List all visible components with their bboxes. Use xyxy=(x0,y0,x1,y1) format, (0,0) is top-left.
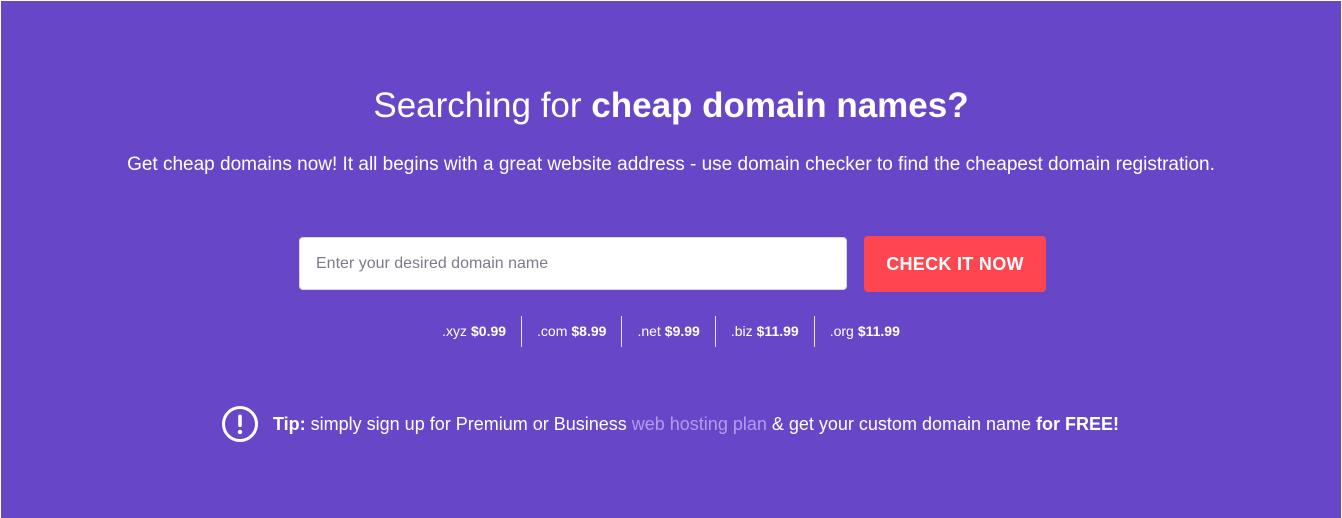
tld-price-list: .xyz $0.99 .com $8.99 .net $9.99 .biz $11.99… xyxy=(1,316,1341,347)
tld-item-xyz: .xyz $0.99 xyxy=(427,316,521,347)
tip-text: Tip: simply sign up for Premium or Busin… xyxy=(273,414,1119,435)
tld-item-org: .org $11.99 xyxy=(813,316,915,347)
check-it-now-button[interactable]: CHECK IT NOW xyxy=(864,236,1046,292)
tip-label: Tip: xyxy=(272,413,306,434)
tip-banner: Tip: simply sign up for Premium or Busin… xyxy=(0,405,1340,443)
tld-extension: .xyz xyxy=(442,323,467,339)
title-bold-text: cheap domain names? xyxy=(591,86,969,125)
tld-price: $11.99 xyxy=(857,323,900,339)
page-subtitle: Get cheap domains now! It all begins wit… xyxy=(127,154,1215,175)
web-hosting-plan-link[interactable]: web hosting plan xyxy=(632,414,767,434)
tld-extension: .org xyxy=(829,323,854,339)
tld-item-com: .com $8.99 xyxy=(521,316,621,347)
tld-price: $8.99 xyxy=(571,323,607,339)
tld-price: $11.99 xyxy=(756,323,799,339)
tld-price: $9.99 xyxy=(664,323,700,339)
domain-search-form: CHECK IT NOW xyxy=(299,236,1046,292)
title-regular-text: Searching for xyxy=(373,86,592,125)
page-title: Searching for cheap domain names? xyxy=(1,84,1341,128)
tld-item-biz: .biz $11.99 xyxy=(714,316,814,347)
tld-price: $0.99 xyxy=(471,323,507,339)
tip-text-before-link: simply sign up for Premium or Business xyxy=(305,413,632,434)
exclamation-circle-icon xyxy=(221,406,258,442)
tld-extension: .net xyxy=(637,323,661,339)
tip-free-text: for FREE! xyxy=(1036,413,1120,434)
tld-extension: .biz xyxy=(730,323,753,339)
tld-item-net: .net $9.99 xyxy=(621,316,714,347)
domain-search-hero: Searching for cheap domain names? Get ch… xyxy=(1,1,1341,518)
domain-search-input[interactable] xyxy=(299,237,847,290)
tld-extension: .com xyxy=(537,323,568,339)
tip-text-after-link: & get your custom domain name xyxy=(766,413,1037,434)
